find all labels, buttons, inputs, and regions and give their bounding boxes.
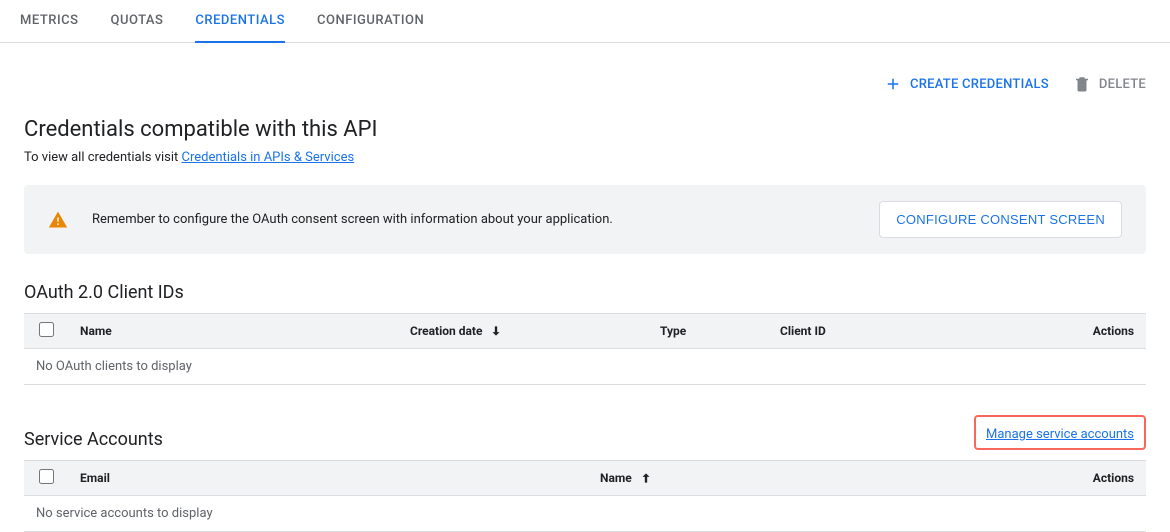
consent-info-bar: Remember to configure the OAuth consent … [24,185,1146,254]
plus-icon [884,75,902,93]
consent-info-text: Remember to configure the OAuth consent … [92,212,879,227]
credentials-apis-link[interactable]: Credentials in APIs & Services [182,150,355,165]
oauth-col-client-id[interactable]: Client ID [768,314,1066,349]
oauth-col-name[interactable]: Name [68,314,398,349]
oauth-empty-text: No OAuth clients to display [24,349,1146,385]
trash-icon [1073,75,1091,93]
oauth-col-creation-date-label: Creation date [410,324,482,338]
oauth-col-actions: Actions [1066,314,1146,349]
oauth-col-type[interactable]: Type [648,314,768,349]
delete-label: DELETE [1099,77,1146,92]
manage-service-accounts-link[interactable]: Manage service accounts [986,427,1134,442]
arrow-down-icon [489,323,503,339]
create-credentials-label: CREATE CREDENTIALS [910,77,1049,92]
tab-credentials[interactable]: CREDENTIALS [195,0,285,43]
service-col-actions: Actions [1066,461,1146,496]
tab-metrics[interactable]: METRICS [20,0,78,42]
subtext-prefix: To view all credentials visit [24,150,182,165]
service-col-email[interactable]: Email [68,461,588,496]
page-title: Credentials compatible with this API [24,117,1146,142]
service-checkbox-header [24,461,68,496]
oauth-checkbox-header [24,314,68,349]
manage-service-accounts-highlight: Manage service accounts [974,415,1146,450]
oauth-select-all-checkbox[interactable] [39,322,54,337]
configure-consent-button[interactable]: CONFIGURE CONSENT SCREEN [879,201,1122,238]
service-section-title: Service Accounts [24,429,163,450]
service-header-row: Email Name Actions [24,461,1146,496]
create-credentials-button[interactable]: CREATE CREDENTIALS [884,75,1049,93]
delete-button[interactable]: DELETE [1073,75,1146,93]
oauth-empty-row: No OAuth clients to display [24,349,1146,385]
oauth-header-row: Name Creation date Type Client ID Action… [24,314,1146,349]
tab-quotas[interactable]: QUOTAS [110,0,163,42]
tabs-bar: METRICS QUOTAS CREDENTIALS CONFIGURATION [0,0,1170,43]
tab-configuration[interactable]: CONFIGURATION [317,0,424,42]
service-col-name[interactable]: Name [588,461,1066,496]
service-table: Email Name Actions No service accounts t… [24,460,1146,532]
action-bar: CREATE CREDENTIALS DELETE [24,67,1146,117]
arrow-up-icon [639,470,653,486]
oauth-table: Name Creation date Type Client ID Action… [24,313,1146,385]
oauth-section-title: OAuth 2.0 Client IDs [24,282,1146,303]
warning-icon [48,210,68,230]
oauth-col-creation-date[interactable]: Creation date [398,314,648,349]
page-subtext: To view all credentials visit Credential… [24,150,1146,165]
service-col-name-label: Name [600,471,632,485]
service-select-all-checkbox[interactable] [39,469,54,484]
